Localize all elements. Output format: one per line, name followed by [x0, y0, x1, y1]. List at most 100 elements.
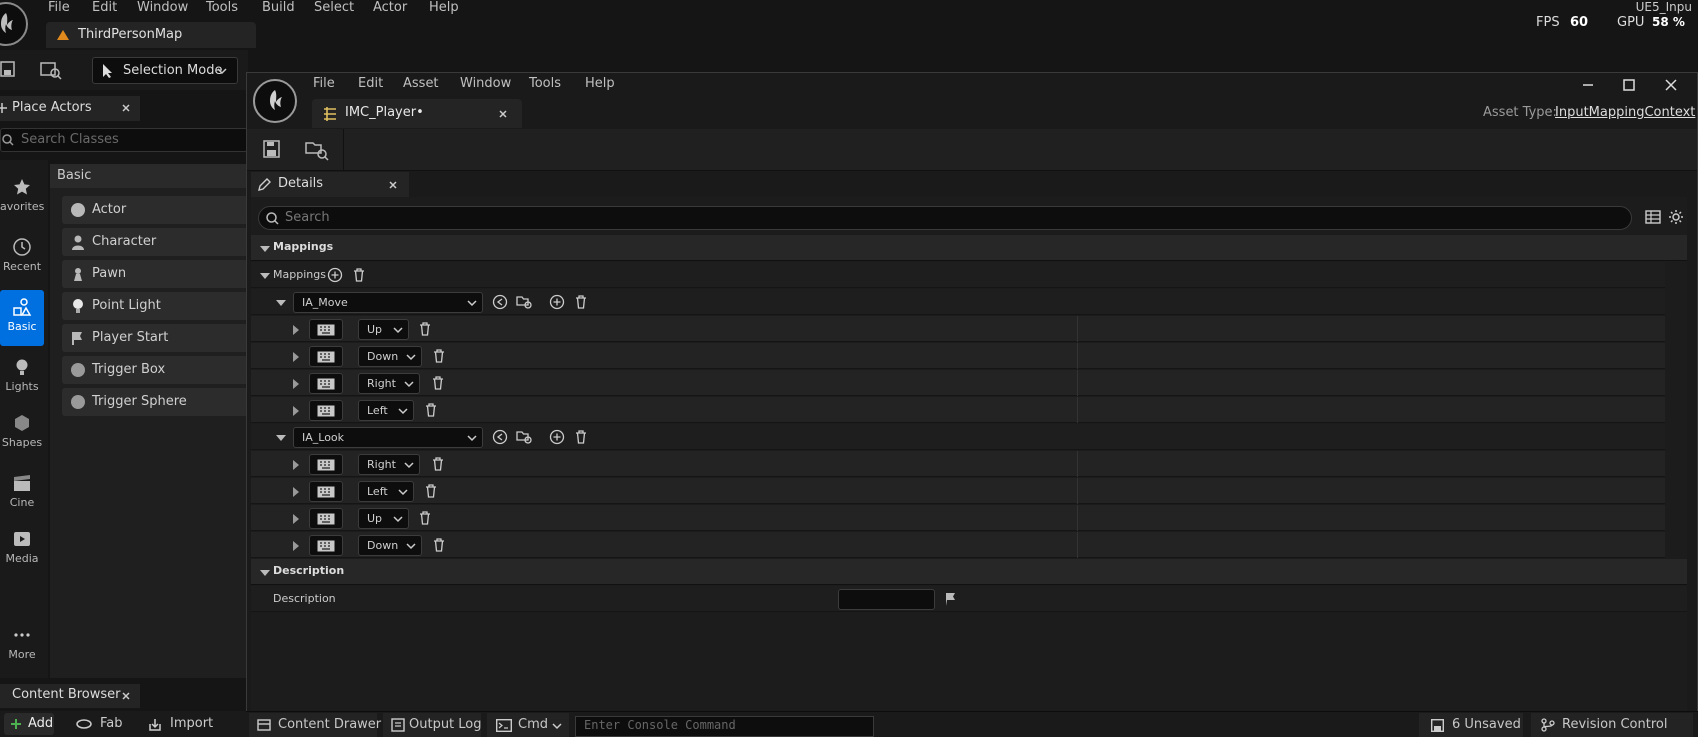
expand-arrow-icon[interactable] — [288, 376, 304, 392]
aw-menu-asset[interactable]: Asset — [403, 76, 439, 91]
aw-menu-file[interactable]: File — [313, 76, 335, 91]
key-dropdown[interactable]: Down — [358, 346, 422, 367]
keyboard-key-selector[interactable] — [309, 400, 343, 421]
expand-arrow-icon[interactable] — [288, 349, 304, 365]
add-element-icon[interactable] — [549, 429, 565, 445]
category-favorites[interactable]: avorites — [0, 170, 44, 226]
keyboard-key-selector[interactable] — [309, 346, 343, 367]
collapse-arrow-icon[interactable] — [257, 268, 273, 284]
keyboard-key-selector[interactable] — [309, 535, 343, 556]
save-icon[interactable] — [0, 61, 16, 77]
maximize-icon[interactable] — [1622, 78, 1636, 92]
add-button[interactable]: Add — [4, 713, 54, 735]
expand-arrow-icon[interactable] — [288, 511, 304, 527]
close-icon[interactable] — [121, 691, 131, 701]
category-media[interactable]: Media — [0, 522, 44, 578]
description-section-header[interactable]: Description — [251, 559, 1687, 585]
keyboard-key-selector[interactable] — [309, 319, 343, 340]
keyboard-key-selector[interactable] — [309, 481, 343, 502]
settings-gear-icon[interactable] — [1668, 209, 1684, 225]
selection-mode-dropdown[interactable]: Selection Mode — [92, 57, 238, 84]
expand-arrow-icon[interactable] — [288, 322, 304, 338]
browse-icon[interactable] — [40, 60, 62, 80]
browse-asset-icon[interactable] — [516, 429, 532, 445]
fab-button[interactable]: Fab — [76, 713, 132, 735]
input-action-dropdown[interactable]: IA_Look — [293, 427, 483, 448]
expand-arrow-icon[interactable] — [288, 538, 304, 554]
asset-tab[interactable]: IMC_Player• — [312, 99, 522, 128]
table-view-icon[interactable] — [1645, 209, 1661, 225]
key-dropdown[interactable]: Up — [358, 508, 409, 529]
trash-icon[interactable] — [423, 402, 439, 418]
use-selected-icon[interactable] — [492, 429, 508, 445]
details-search-input[interactable]: Search — [258, 206, 1632, 230]
expand-arrow-icon[interactable] — [288, 457, 304, 473]
actor-item-actor[interactable]: Actor — [62, 196, 248, 224]
add-element-icon[interactable] — [327, 267, 343, 283]
aw-menu-window[interactable]: Window — [460, 76, 511, 91]
menu-help[interactable]: Help — [429, 0, 459, 15]
menu-file[interactable]: File — [48, 0, 70, 15]
menu-tools[interactable]: Tools — [206, 0, 238, 15]
actor-item-player-start[interactable]: Player Start — [62, 324, 248, 352]
place-actors-tab[interactable]: Place Actors — [0, 96, 140, 121]
details-tab[interactable]: Details — [251, 172, 409, 197]
key-dropdown[interactable]: Right — [358, 454, 420, 475]
key-dropdown[interactable]: Left — [358, 481, 414, 502]
localization-flag-icon[interactable] — [943, 591, 959, 607]
aw-menu-edit[interactable]: Edit — [358, 76, 383, 91]
menu-build[interactable]: Build — [262, 0, 295, 15]
actor-item-character[interactable]: Character — [62, 228, 248, 256]
expand-arrow-icon[interactable] — [288, 403, 304, 419]
revision-control-button[interactable]: Revision Control — [1531, 713, 1693, 737]
key-dropdown[interactable]: Left — [358, 400, 414, 421]
menu-actor[interactable]: Actor — [373, 0, 407, 15]
key-dropdown[interactable]: Up — [358, 319, 409, 340]
output-log-button[interactable]: Output Log — [383, 713, 482, 737]
expand-arrow-icon[interactable] — [288, 484, 304, 500]
actor-item-trigger-box[interactable]: Trigger Box — [62, 356, 248, 384]
trash-icon[interactable] — [430, 375, 446, 391]
trash-icon[interactable] — [351, 267, 367, 283]
browse-asset-icon[interactable] — [516, 294, 532, 310]
actor-item-pawn[interactable]: Pawn — [62, 260, 248, 288]
close-icon[interactable] — [498, 109, 508, 119]
browse-icon[interactable] — [305, 139, 329, 161]
category-shapes[interactable]: Shapes — [0, 406, 44, 462]
key-dropdown[interactable]: Down — [358, 535, 422, 556]
collapse-arrow-icon[interactable] — [273, 295, 289, 311]
close-icon[interactable] — [388, 180, 398, 190]
trash-icon[interactable] — [430, 456, 446, 472]
key-dropdown[interactable]: Right — [358, 373, 420, 394]
search-classes-input[interactable]: Search Classes — [0, 128, 248, 152]
level-tab[interactable]: ThirdPersonMap — [46, 22, 256, 48]
cmd-dropdown[interactable]: Cmd — [487, 713, 569, 737]
description-input[interactable] — [838, 589, 935, 610]
keyboard-key-selector[interactable] — [309, 373, 343, 394]
trash-icon[interactable] — [423, 483, 439, 499]
console-command-input[interactable]: Enter Console Command — [575, 716, 874, 737]
unsaved-button[interactable]: 6 Unsaved — [1419, 713, 1523, 737]
category-cine[interactable]: Cine — [0, 466, 44, 522]
trash-icon[interactable] — [417, 510, 433, 526]
menu-edit[interactable]: Edit — [92, 0, 117, 15]
input-action-dropdown[interactable]: IA_Move — [293, 292, 483, 313]
trash-icon[interactable] — [431, 348, 447, 364]
category-lights[interactable]: Lights — [0, 350, 44, 406]
keyboard-key-selector[interactable] — [309, 508, 343, 529]
actor-item-trigger-sphere[interactable]: Trigger Sphere — [62, 388, 248, 416]
trash-icon[interactable] — [573, 429, 589, 445]
add-element-icon[interactable] — [549, 294, 565, 310]
close-window-icon[interactable] — [1664, 78, 1678, 92]
mappings-section-header[interactable]: Mappings — [251, 235, 1687, 261]
trash-icon[interactable] — [431, 537, 447, 553]
collapse-arrow-icon[interactable] — [273, 430, 289, 446]
category-recent[interactable]: Recent — [0, 230, 44, 286]
keyboard-key-selector[interactable] — [309, 454, 343, 475]
save-icon[interactable] — [263, 140, 281, 158]
trash-icon[interactable] — [573, 294, 589, 310]
minimize-icon[interactable] — [1581, 78, 1595, 92]
aw-menu-tools[interactable]: Tools — [529, 76, 561, 91]
use-selected-icon[interactable] — [492, 294, 508, 310]
actor-item-point-light[interactable]: Point Light — [62, 292, 248, 320]
